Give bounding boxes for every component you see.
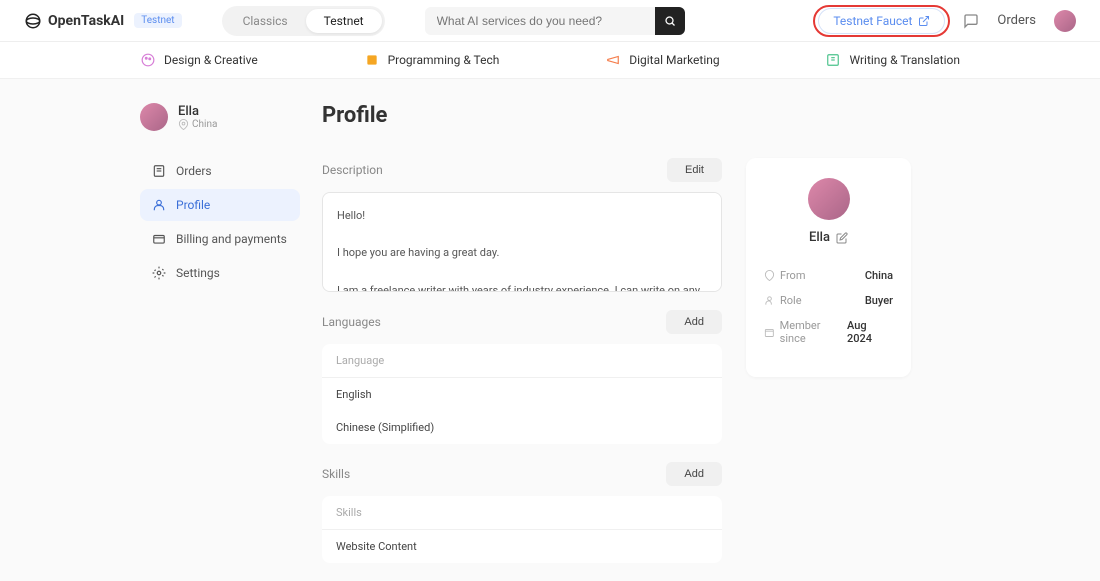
category-label: Digital Marketing [629,53,719,67]
page-title: Profile [322,103,960,128]
skills-label: Skills [322,467,350,481]
skills-section: Skills Add Skills Website Content [322,462,722,563]
testnet-badge: Testnet [134,13,181,28]
logo-icon [24,12,42,30]
category-programming[interactable]: Programming & Tech [364,52,500,68]
nav-settings[interactable]: Settings [140,257,300,289]
megaphone-icon [605,52,621,68]
orders-link[interactable]: Orders [997,13,1036,28]
code-icon [364,52,380,68]
messages-icon[interactable] [963,13,979,29]
nav-orders[interactable]: Orders [140,155,300,187]
orders-icon [152,164,166,178]
mode-tabs: Classics Testnet [222,6,385,36]
category-label: Programming & Tech [388,53,500,67]
category-design[interactable]: Design & Creative [140,52,258,68]
logo[interactable]: OpenTaskAI Testnet [24,12,182,30]
description-text[interactable]: Hello! I hope you are having a great day… [322,192,722,292]
card-name-row: Ella [764,230,893,245]
avatar [140,103,168,131]
sidebar-user: Ella China [140,103,300,131]
category-label: Design & Creative [164,53,258,67]
settings-icon [152,266,166,280]
logo-text: OpenTaskAI [48,13,124,29]
languages-section: Languages Add Language English Chinese (… [322,310,722,444]
profile-icon [152,198,166,212]
user-location: China [178,119,217,130]
category-marketing[interactable]: Digital Marketing [605,52,719,68]
add-skill-button[interactable]: Add [666,462,722,486]
languages-label: Languages [322,315,381,329]
info-from: From China [764,269,893,282]
search-icon [664,15,676,27]
info-role: Role Buyer [764,294,893,307]
profile-card: Ella From China Role Buyer [746,158,911,377]
user-name: Ella [178,104,217,119]
list-item: Chinese (Simplified) [322,411,722,444]
skills-header: Skills [322,496,722,530]
tab-testnet[interactable]: Testnet [306,9,382,33]
user-avatar[interactable] [1054,10,1076,32]
nav-billing[interactable]: Billing and payments [140,223,300,255]
list-item: English [322,378,722,411]
add-language-button[interactable]: Add [666,310,722,334]
list-item: Website Content [322,530,722,563]
search-bar [425,7,685,35]
faucet-label: Testnet Faucet [833,14,912,28]
billing-icon [152,232,166,246]
category-writing[interactable]: Writing & Translation [825,52,960,68]
description-label: Description [322,163,383,177]
calendar-icon [764,327,775,338]
search-button[interactable] [655,7,685,35]
info-member-since: Member since Aug 2024 [764,319,893,345]
tab-classics[interactable]: Classics [225,9,306,33]
translate-icon [825,52,841,68]
user-icon [764,295,775,306]
sidebar: Ella China Orders Profile Billing and pa… [140,103,300,581]
external-link-icon [918,15,930,27]
location-icon [178,119,189,130]
language-header: Language [322,344,722,378]
location-icon [764,270,775,281]
description-section: Description Edit Hello! I hope you are h… [322,158,722,292]
palette-icon [140,52,156,68]
avatar [808,178,850,220]
nav-profile[interactable]: Profile [140,189,300,221]
testnet-faucet-link[interactable]: Testnet Faucet [818,8,945,34]
edit-icon[interactable] [836,232,848,244]
edit-button[interactable]: Edit [667,158,722,182]
search-input[interactable] [425,7,655,35]
category-label: Writing & Translation [849,53,960,67]
